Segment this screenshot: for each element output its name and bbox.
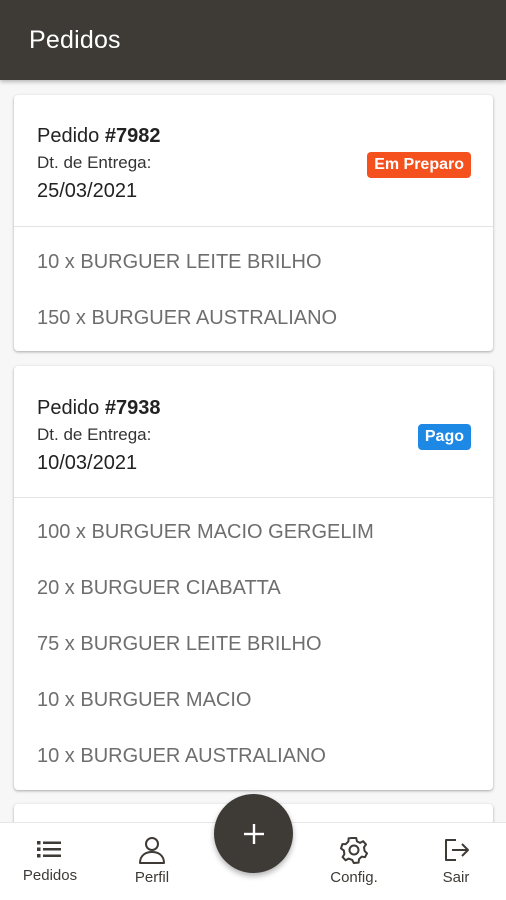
- logout-icon: [445, 839, 469, 861]
- status-badge: Em Preparo: [367, 152, 471, 178]
- order-header: Pedido #7982 Dt. de Entrega: 25/03/2021 …: [14, 95, 493, 227]
- delivery-date: 10/03/2021: [37, 452, 138, 474]
- order-number: #7982: [104, 125, 161, 147]
- add-order-button[interactable]: [214, 794, 293, 873]
- gear-icon: [340, 837, 368, 864]
- delivery-label: Dt. de Entrega:: [37, 425, 152, 444]
- order-title: Pedido #7982: [37, 124, 470, 148]
- nav-item-pedidos[interactable]: Pedidos: [0, 823, 100, 900]
- order-title-prefix: Pedido: [37, 397, 100, 419]
- person-icon: [139, 837, 165, 864]
- nav-item-config[interactable]: Config.: [304, 823, 404, 900]
- nav-label: Pedidos: [22, 867, 78, 884]
- order-title-prefix: Pedido: [37, 125, 100, 147]
- order-item: 10 x BURGUER MACIO: [37, 689, 252, 711]
- plus-icon: [243, 823, 264, 844]
- order-card[interactable]: Pedido #7982 Dt. de Entrega: 25/03/2021 …: [14, 95, 493, 351]
- nav-item-sair[interactable]: Sair: [406, 823, 506, 900]
- delivery-date: 25/03/2021: [37, 180, 138, 202]
- nav-label: Perfil: [134, 869, 170, 886]
- order-item: 75 x BURGUER LEITE BRILHO: [37, 633, 322, 655]
- nav-label: Sair: [442, 869, 470, 886]
- order-item: 10 x BURGUER LEITE BRILHO: [37, 251, 322, 273]
- nav-item-perfil[interactable]: Perfil: [102, 823, 202, 900]
- page-title: Pedidos: [29, 25, 121, 54]
- order-title: Pedido #7938: [37, 396, 470, 420]
- app-bar: Pedidos: [0, 0, 506, 80]
- orders-list[interactable]: Pedido #7982 Dt. de Entrega: 25/03/2021 …: [0, 80, 506, 822]
- order-item: 20 x BURGUER CIABATTA: [37, 577, 281, 599]
- status-badge: Pago: [417, 424, 471, 450]
- order-items: 100 x BURGUER MACIO GERGELIM 20 x BURGUE…: [14, 504, 493, 784]
- order-item: 10 x BURGUER AUSTRALIANO: [37, 745, 326, 767]
- list-icon: [37, 841, 61, 858]
- order-item: 100 x BURGUER MACIO GERGELIM: [37, 521, 374, 543]
- order-number: #7938: [104, 397, 161, 419]
- order-items: 10 x BURGUER LEITE BRILHO 150 x BURGUER …: [14, 234, 493, 346]
- order-header: Pedido #7938 Dt. de Entrega: 10/03/2021 …: [14, 366, 493, 498]
- order-item: 150 x BURGUER AUSTRALIANO: [37, 307, 338, 329]
- nav-label: Config.: [330, 869, 378, 886]
- order-card[interactable]: Pedido #7938 Dt. de Entrega: 10/03/2021 …: [14, 366, 493, 790]
